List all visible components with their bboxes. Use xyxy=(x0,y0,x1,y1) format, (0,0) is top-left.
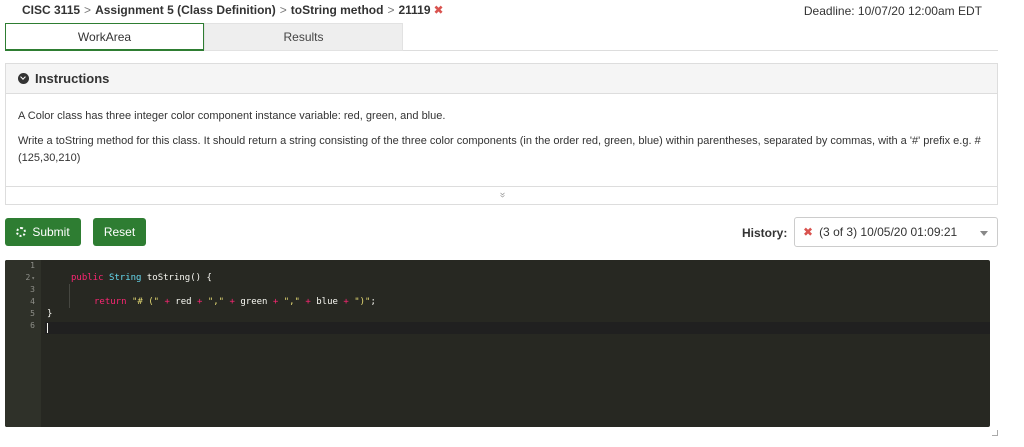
chevron-circle-down-icon xyxy=(18,73,29,84)
text-cursor xyxy=(47,323,48,333)
submit-button[interactable]: Submit xyxy=(5,218,81,246)
double-chevron-down-icon: » xyxy=(496,192,508,198)
line-number: 4 xyxy=(30,297,35,306)
resize-handle-icon[interactable] xyxy=(992,430,998,436)
deadline-text: Deadline: 10/07/20 12:00am EDT xyxy=(803,4,982,18)
fail-x-icon: ✖ xyxy=(433,3,444,17)
tab-results[interactable]: Results xyxy=(204,23,403,51)
line-number: 1 xyxy=(30,261,35,270)
line-number[interactable]: 2▾ xyxy=(5,273,35,282)
code-line: return "# (" + red + "," + green + "," +… xyxy=(94,297,376,307)
history-dropdown[interactable]: ✖ (3 of 3) 10/05/20 01:09:21 xyxy=(794,217,998,247)
instructions-paragraph: Write a toString method for this class. … xyxy=(18,135,981,164)
line-number: 6 xyxy=(30,321,35,330)
instructions-panel: Instructions A Color class has three int… xyxy=(5,63,998,205)
gear-icon xyxy=(16,227,27,237)
code-line: public String toString() { xyxy=(71,273,212,283)
fold-arrow-icon: ▾ xyxy=(31,275,35,282)
submit-label: Submit xyxy=(32,225,70,239)
tab-workarea[interactable]: WorkArea xyxy=(5,23,204,51)
code-line: } xyxy=(47,309,53,319)
active-line-highlight xyxy=(45,322,990,334)
breadcrumb: CISC 3115 > Assignment 5 (Class Definition… xyxy=(22,3,444,17)
breadcrumb-exercise-id: 21119 xyxy=(398,3,431,17)
code-editor[interactable]: 1 2▾ 3 4 5 6 public String toString() { … xyxy=(5,260,990,427)
indent-guide xyxy=(69,284,70,308)
editor-gutter: 1 2▾ 3 4 5 6 xyxy=(5,260,41,427)
fail-x-icon: ✖ xyxy=(803,225,814,239)
breadcrumb-separator: > xyxy=(84,3,92,17)
instructions-body: A Color class has three integer color co… xyxy=(6,94,997,167)
line-number: 5 xyxy=(30,309,35,318)
breadcrumb-separator: > xyxy=(387,3,395,17)
instructions-header[interactable]: Instructions xyxy=(6,64,997,94)
instructions-title: Instructions xyxy=(35,71,110,86)
breadcrumb-exercise[interactable]: toString method xyxy=(291,3,384,17)
line-number: 3 xyxy=(30,285,35,294)
history-selected-value: (3 of 3) 10/05/20 01:09:21 xyxy=(819,225,958,239)
breadcrumb-separator: > xyxy=(279,3,287,17)
reset-button[interactable]: Reset xyxy=(93,218,146,246)
breadcrumb-course[interactable]: CISC 3115 xyxy=(22,3,80,17)
editor-content[interactable]: public String toString() { return "# (" … xyxy=(45,260,990,427)
history-label: History: xyxy=(742,226,788,240)
instructions-paragraph: A Color class has three integer color co… xyxy=(18,110,446,122)
chevron-down-icon xyxy=(980,231,988,236)
expand-toggle[interactable]: » xyxy=(6,186,997,204)
breadcrumb-assignment[interactable]: Assignment 5 (Class Definition) xyxy=(95,3,276,17)
tab-bar: WorkArea Results xyxy=(5,23,998,51)
